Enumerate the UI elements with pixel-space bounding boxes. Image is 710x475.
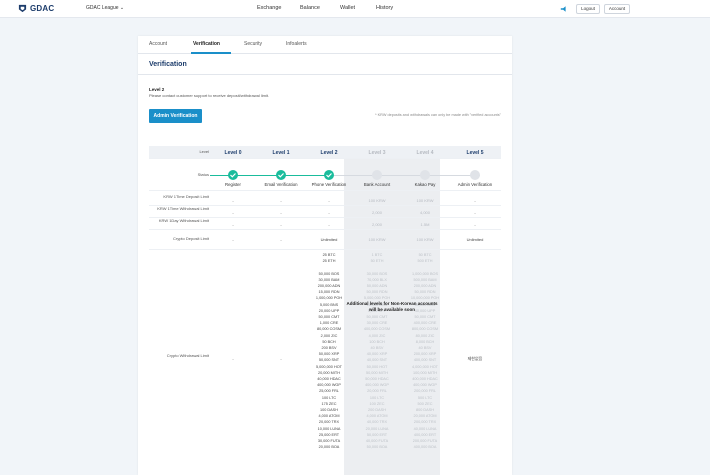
cell: 2,000 bbox=[371, 210, 382, 215]
nav-wallet[interactable]: Wallet bbox=[340, 5, 355, 11]
tab-security[interactable]: Security bbox=[244, 41, 262, 47]
table-row-crypto-withdrawal: Crypto Withdrawal Limit - - 25 BTC 25 ETH… bbox=[149, 250, 501, 475]
current-level: Level 2 bbox=[149, 87, 165, 92]
status-admin: Admin Verification bbox=[457, 182, 493, 187]
level-3-header: Level 3 bbox=[368, 150, 386, 156]
table-header-row: Level Level 0 Level 1 Level 2 Level 3 Le… bbox=[149, 146, 501, 159]
pending-circle-icon bbox=[372, 170, 382, 180]
tab-verification[interactable]: Verification bbox=[193, 41, 220, 47]
logout-button[interactable]: Logout bbox=[576, 4, 600, 14]
level-0-header: Level 0 bbox=[224, 150, 242, 156]
cell: - bbox=[474, 210, 476, 215]
level-description: Please contact customer support to recei… bbox=[149, 93, 270, 98]
cell: - bbox=[280, 210, 282, 215]
status-phone: Phone Verification bbox=[311, 182, 347, 187]
nav-history[interactable]: History bbox=[376, 5, 393, 11]
row-label: KRW 1Time Deposit Limit bbox=[163, 193, 209, 199]
cell: - bbox=[232, 237, 234, 242]
level-5-header: Level 5 bbox=[466, 150, 484, 156]
level-2-header: Level 2 bbox=[320, 150, 338, 156]
status-kakao: Kakao Pay bbox=[414, 182, 436, 187]
cell: 100 KRW bbox=[368, 198, 386, 203]
logo-text: GDAC bbox=[30, 4, 55, 13]
row-label: Crypto Deposit Limit bbox=[172, 236, 209, 241]
cell: 제한없음 bbox=[467, 356, 483, 361]
cell: - bbox=[280, 222, 282, 227]
nav-exchange[interactable]: Exchange bbox=[257, 5, 281, 11]
cell: - bbox=[232, 210, 234, 215]
table-row: KRW 1Time Deposit Limit - - - 100 KRW 10… bbox=[149, 194, 501, 206]
verification-card: Account Verification Security Infoalerts… bbox=[138, 36, 512, 475]
level-2-withdraw-list: 25 BTC 25 ETH 50,000 BOS 30,000 BAM 200,000… bbox=[305, 252, 353, 451]
level-3-withdraw-list: 1 BTC 50 ETH 30,000 BOS 70,000 BLX 50,000 A… bbox=[353, 252, 401, 451]
cell: - bbox=[232, 198, 234, 203]
status-register: Register bbox=[224, 182, 241, 187]
top-nav-bar: GDAC GDAC League ⌄ Exchange Balance Wall… bbox=[0, 0, 710, 18]
cell: 100 KRW bbox=[368, 237, 386, 242]
cell: - bbox=[328, 198, 330, 203]
level-4-withdraw-list: 50 BTC 500 ETH 1,000,000 BOS 500,000 BAM 20… bbox=[401, 252, 449, 451]
row-label: Crypto Withdrawal Limit bbox=[166, 353, 209, 358]
row-label: KRW 1Time Withdrawal Limit bbox=[157, 205, 209, 211]
status-bank: Bank Account bbox=[363, 182, 391, 187]
tab-infoalerts[interactable]: Infoalerts bbox=[286, 41, 307, 47]
tab-account[interactable]: Account bbox=[149, 41, 167, 47]
cell: - bbox=[232, 222, 234, 227]
nav-balance[interactable]: Balance bbox=[300, 5, 320, 11]
cell: - bbox=[474, 222, 476, 227]
cell: 4,000 bbox=[419, 210, 430, 215]
language-icon[interactable] bbox=[560, 5, 568, 13]
cell: 100 KRW bbox=[416, 198, 434, 203]
tab-bar: Account Verification Security Infoalerts bbox=[138, 36, 512, 54]
cell: - bbox=[474, 198, 476, 203]
logo[interactable]: GDAC bbox=[18, 4, 54, 13]
check-icon bbox=[228, 170, 238, 180]
row-label: KRW 1Day Withdrawal Limit bbox=[158, 217, 209, 223]
account-button[interactable]: Account bbox=[604, 4, 630, 14]
non-korean-notice: Additional levels for Non-Korean account… bbox=[346, 301, 438, 312]
cell: Unlimited bbox=[320, 237, 338, 242]
active-tab-indicator bbox=[191, 52, 231, 54]
status-email: Email Verification bbox=[264, 182, 298, 187]
level-row-label: Level bbox=[199, 149, 209, 154]
cell: - bbox=[280, 237, 282, 242]
cell: - bbox=[328, 222, 330, 227]
cell: - bbox=[280, 198, 282, 203]
gdac-logo-icon bbox=[18, 4, 27, 13]
check-icon bbox=[276, 170, 286, 180]
table-row: KRW 1Time Withdrawal Limit - - - 2,000 4… bbox=[149, 206, 501, 218]
cell: - bbox=[328, 210, 330, 215]
withdraw-limit-item: 50,000 BOA bbox=[366, 445, 388, 450]
level-1-header: Level 1 bbox=[272, 150, 290, 156]
cell: 1.5M bbox=[420, 222, 430, 227]
pending-circle-icon bbox=[470, 170, 480, 180]
cell: Unlimited bbox=[466, 237, 484, 242]
status-remaining-line bbox=[330, 175, 480, 176]
admin-verification-button[interactable]: Admin Verification bbox=[149, 109, 202, 123]
cell: - bbox=[232, 356, 234, 361]
table-row: KRW 1Day Withdrawal Limit - - - 2,000 1.… bbox=[149, 218, 501, 230]
table-row: Crypto Deposit Limit - - Unlimited 100 K… bbox=[149, 230, 501, 250]
level-4-header: Level 4 bbox=[416, 150, 434, 156]
league-dropdown[interactable]: GDAC League ⌄ bbox=[86, 5, 124, 11]
withdraw-limit-item: 400,000 BOA bbox=[413, 445, 437, 450]
withdraw-limit-item: 20,000 BOA bbox=[318, 445, 340, 450]
cell: - bbox=[280, 356, 282, 361]
krw-note: * KRW deposits and withdrawals can only … bbox=[375, 113, 501, 117]
check-icon bbox=[324, 170, 334, 180]
cell: 100 KRW bbox=[416, 237, 434, 242]
divider bbox=[138, 74, 512, 75]
status-row-label: Status bbox=[197, 172, 209, 177]
cell: 2,000 bbox=[371, 222, 382, 227]
section-title: Verification bbox=[149, 61, 187, 68]
pending-circle-icon bbox=[420, 170, 430, 180]
